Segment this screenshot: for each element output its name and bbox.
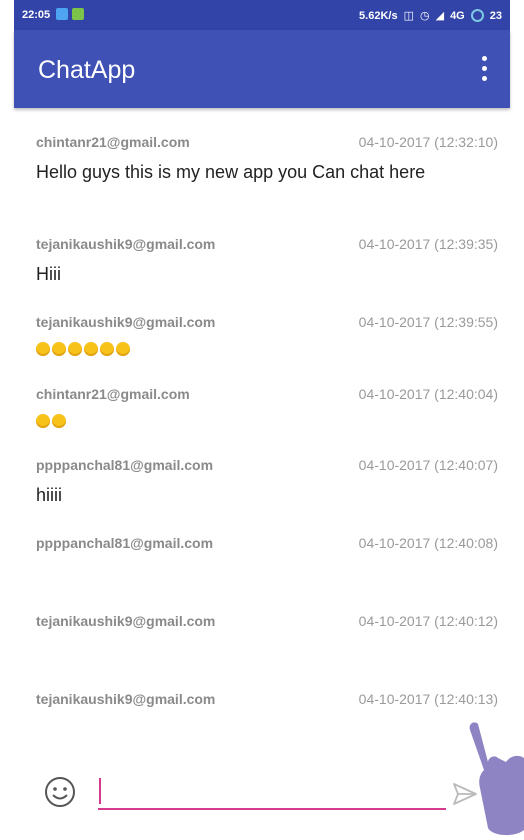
app-title: ChatApp <box>38 56 136 84</box>
battery-level: 23 <box>489 9 502 22</box>
message-time: 04-10-2017 (12:40:13) <box>358 691 498 707</box>
net-speed: 5.62K/s <box>359 9 398 22</box>
message-sender: chintanr21@gmail.com <box>36 386 190 402</box>
notification-icon <box>56 8 68 20</box>
grinning-emoji-icon <box>36 342 50 356</box>
grinning-emoji-icon <box>100 342 114 356</box>
message-time: 04-10-2017 (12:39:35) <box>358 236 498 252</box>
message-composer <box>14 770 510 840</box>
message-text: hiiii <box>36 485 63 505</box>
message-text: Hello guys this is my new app you Can ch… <box>36 162 426 182</box>
battery-icon <box>470 9 484 22</box>
list-item[interactable]: tejanikaushik9@gmail.com 04-10-2017 (12:… <box>14 613 510 673</box>
list-item[interactable]: chintanr21@gmail.com 04-10-2017 (12:32:1… <box>14 134 510 214</box>
signal-icon: ◢ <box>435 10 445 22</box>
hugging-emoji-icon <box>36 414 50 428</box>
message-sender: tejanikaushik9@gmail.com <box>36 691 216 707</box>
list-item[interactable]: chintanr21@gmail.com 04-10-2017 (12:40:0… <box>14 386 510 442</box>
network-type: 4G <box>450 9 465 22</box>
message-sender: ppppanchal81@gmail.com <box>36 535 214 551</box>
emoji-row <box>36 342 130 356</box>
hand-pointer-icon <box>469 722 524 836</box>
wifi-icon: ◫ <box>403 10 414 22</box>
message-time: 04-10-2017 (12:40:08) <box>358 535 498 551</box>
status-bar: 22:05 5.62K/s ◫ ◷ ◢ 4G 23 <box>14 0 510 30</box>
grinning-emoji-icon <box>68 342 82 356</box>
status-time: 22:05 <box>22 9 51 21</box>
alarm-icon: ◷ <box>419 10 430 22</box>
app-bar: ChatApp <box>14 30 510 108</box>
message-time: 04-10-2017 (12:40:12) <box>358 613 498 629</box>
message-text: Hiii <box>36 264 61 284</box>
grinning-emoji-icon <box>52 342 66 356</box>
message-time: 04-10-2017 (12:32:10) <box>358 134 498 150</box>
list-item[interactable]: ppppanchal81@gmail.com 04-10-2017 (12:40… <box>14 457 510 513</box>
grinning-emoji-icon <box>116 342 130 356</box>
grinning-emoji-icon <box>84 342 98 356</box>
message-input[interactable] <box>98 774 446 810</box>
message-sender: tejanikaushik9@gmail.com <box>36 314 216 330</box>
smiley-icon[interactable] <box>44 776 76 808</box>
message-sender: chintanr21@gmail.com <box>36 134 190 150</box>
android-notification-icon <box>72 8 84 20</box>
message-time: 04-10-2017 (12:40:04) <box>358 386 498 402</box>
emoji-row <box>36 414 66 428</box>
message-sender: tejanikaushik9@gmail.com <box>36 236 216 252</box>
message-time: 04-10-2017 (12:40:07) <box>358 457 498 473</box>
chat-screen: 22:05 5.62K/s ◫ ◷ ◢ 4G 23 ChatApp chinta… <box>14 0 510 840</box>
message-sender: ppppanchal81@gmail.com <box>36 457 214 473</box>
message-time: 04-10-2017 (12:39:55) <box>358 314 498 330</box>
list-item[interactable]: tejanikaushik9@gmail.com 04-10-2017 (12:… <box>14 691 510 751</box>
list-item[interactable]: ppppanchal81@gmail.com 04-10-2017 (12:40… <box>14 535 510 595</box>
more-vert-icon[interactable] <box>470 54 500 84</box>
list-item[interactable]: tejanikaushik9@gmail.com 04-10-2017 (12:… <box>14 236 510 292</box>
list-item[interactable]: tejanikaushik9@gmail.com 04-10-2017 (12:… <box>14 314 510 370</box>
text-cursor <box>99 778 101 804</box>
status-indicators: 5.62K/s ◫ ◷ ◢ 4G 23 <box>359 9 502 22</box>
message-sender: tejanikaushik9@gmail.com <box>36 613 216 629</box>
hugging-emoji-icon <box>52 414 66 428</box>
